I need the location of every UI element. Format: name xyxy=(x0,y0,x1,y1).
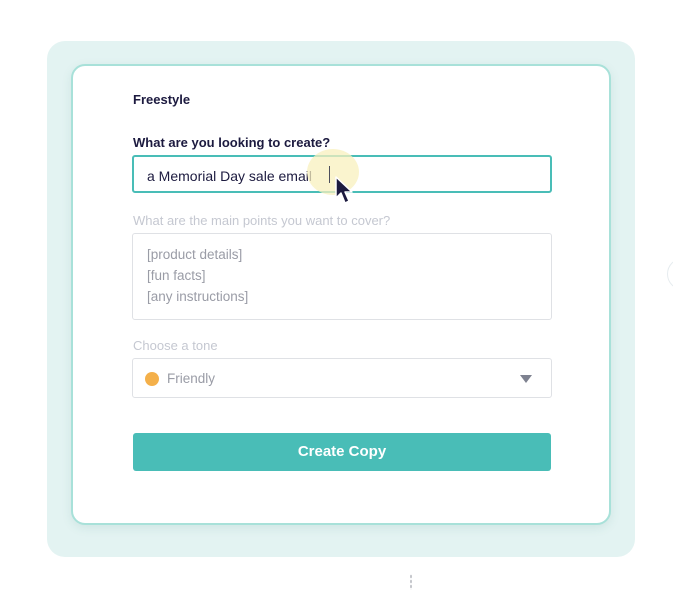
points-placeholder-line: [any instructions] xyxy=(147,289,249,304)
text-caret xyxy=(329,166,330,183)
create-input-value: a Memorial Day sale email xyxy=(147,168,312,184)
create-copy-button[interactable]: Create Copy xyxy=(133,433,551,471)
points-textarea[interactable]: [product details] [fun facts] [any instr… xyxy=(132,233,552,320)
points-placeholder-line: [product details] xyxy=(147,247,243,262)
tone-label: Choose a tone xyxy=(133,338,218,353)
points-label: What are the main points you want to cov… xyxy=(133,213,391,228)
chevron-down-icon xyxy=(520,375,532,383)
side-circle-button[interactable] xyxy=(667,258,673,290)
emoji-face-icon xyxy=(145,372,159,386)
drag-handle-icon xyxy=(410,574,412,590)
points-placeholder-line: [fun facts] xyxy=(147,268,206,283)
tone-selected-value: Friendly xyxy=(167,371,216,386)
form-title: Freestyle xyxy=(133,92,191,107)
tone-select[interactable]: Friendly xyxy=(132,358,552,398)
mouse-pointer-icon xyxy=(335,176,353,204)
create-label: What are you looking to create? xyxy=(133,135,331,150)
